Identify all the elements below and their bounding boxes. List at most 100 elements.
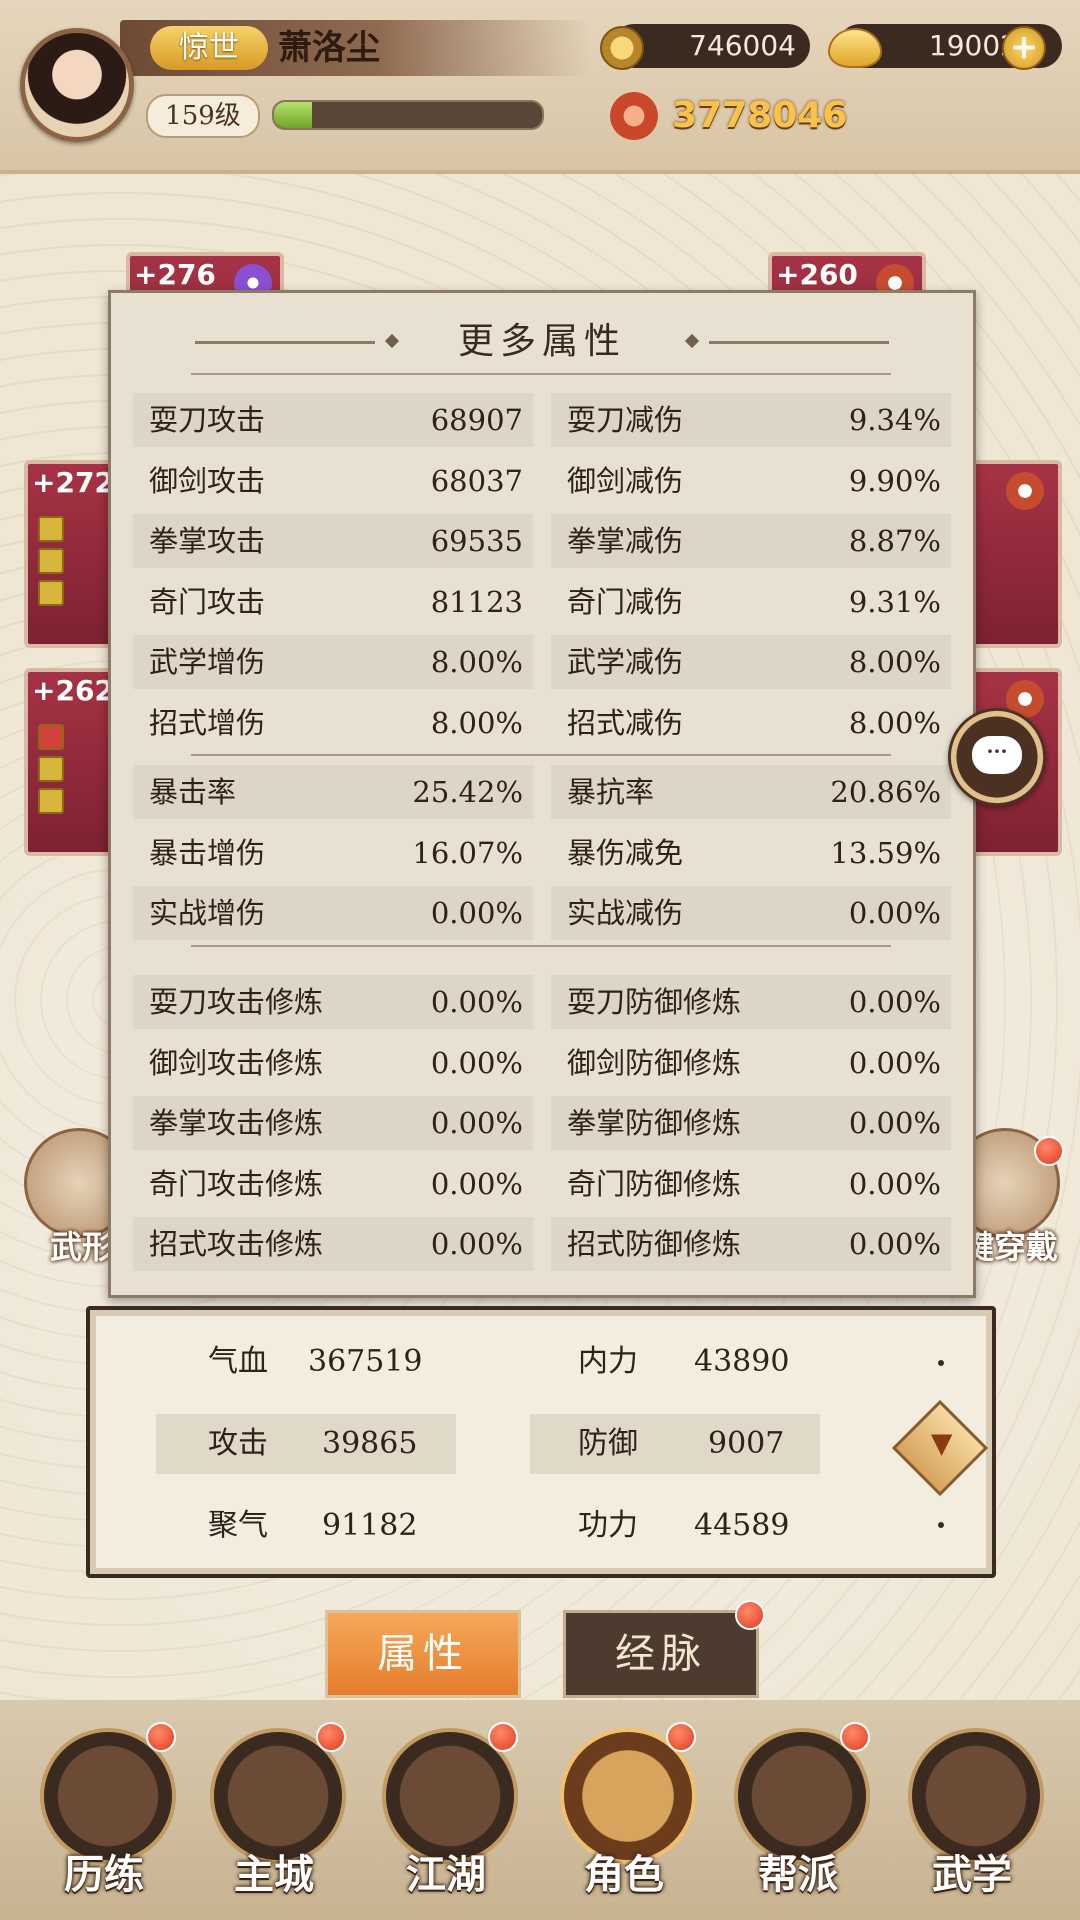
attribute-cell: 武学增伤 8.00% xyxy=(133,635,533,689)
attribute-label: 奇门攻击 xyxy=(149,584,266,619)
notification-dot xyxy=(735,1600,765,1630)
attribute-value: 68037 xyxy=(430,463,523,498)
gem-slot-icon xyxy=(38,516,64,542)
nav-label: 武学 xyxy=(932,1851,1012,1898)
attribute-cell: 耍刀攻击修炼 0.00% xyxy=(133,975,533,1029)
more-attributes-modal[interactable]: 更多属性 耍刀攻击 68907 耍刀减伤 9.34% 御剑攻击 68037 御剑减伤 9.90… xyxy=(108,290,976,1298)
attribute-cell: 招式防御修炼 0.00% xyxy=(551,1217,951,1271)
defense-label: 防御 xyxy=(578,1426,638,1461)
attribute-cell: 耍刀减伤 9.34% xyxy=(551,393,951,447)
attribute-cell: 拳掌攻击 69535 xyxy=(133,514,533,568)
equipment-bonus: +272 xyxy=(32,466,114,499)
attribute-label: 奇门攻击修炼 xyxy=(149,1166,324,1201)
attribute-label: 实战增伤 xyxy=(149,896,266,930)
attribute-cell: 实战减伤 0.00% xyxy=(551,886,951,940)
attribute-value: 68907 xyxy=(430,403,523,437)
combat-power-value: 3778046 xyxy=(672,95,848,136)
qi-value: 91182 xyxy=(322,1508,418,1543)
attribute-cell: 招式增伤 8.00% xyxy=(133,696,533,750)
attribute-label: 奇门减伤 xyxy=(567,584,684,619)
chevron-down-icon: ▼ xyxy=(930,1426,953,1460)
attribute-label: 暴伤减免 xyxy=(567,835,684,870)
attribute-label: 拳掌减伤 xyxy=(567,524,684,558)
attribute-cell: 拳掌攻击修炼 0.00% xyxy=(133,1096,533,1150)
nav-jianghu[interactable]: 江湖 xyxy=(364,1710,524,1910)
nav-label: 主城 xyxy=(234,1851,314,1898)
attribute-label: 暴抗率 xyxy=(567,775,655,809)
attribute-label: 暴击增伤 xyxy=(149,835,266,870)
attribute-cell: 招式攻击修炼 0.00% xyxy=(133,1217,533,1271)
attribute-value: 0.00% xyxy=(848,896,941,930)
chat-button[interactable]: ··· xyxy=(948,708,1046,806)
add-currency-button[interactable]: + xyxy=(1002,26,1046,70)
equipment-bonus: +260 xyxy=(776,258,858,291)
title-underline xyxy=(191,373,891,375)
attribute-cell: 拳掌防御修炼 0.00% xyxy=(551,1096,951,1150)
title-badge: 惊世 xyxy=(150,26,268,70)
attribute-cell: 武学减伤 8.00% xyxy=(551,635,951,689)
attribute-cell: 奇门减伤 9.31% xyxy=(551,575,951,629)
attribute-label: 御剑减伤 xyxy=(567,463,684,498)
attribute-value: 0.00% xyxy=(430,1045,523,1080)
attribute-label: 奇门防御修炼 xyxy=(567,1166,742,1201)
attack-value: 39865 xyxy=(322,1426,418,1461)
attribute-value: 0.00% xyxy=(430,1227,523,1261)
chat-icon: ··· xyxy=(972,736,1022,774)
nav-city[interactable]: 主城 xyxy=(192,1710,352,1910)
attribute-cell: 暴击增伤 16.07% xyxy=(133,826,533,880)
nav-training[interactable]: 历练 xyxy=(22,1710,182,1910)
attribute-label: 耍刀减伤 xyxy=(567,403,684,437)
attribute-cell: 御剑攻击 68037 xyxy=(133,454,533,508)
nav-martial-arts[interactable]: 武学 xyxy=(890,1710,1050,1910)
defense-value: 9007 xyxy=(708,1426,785,1461)
gem-slot-icon xyxy=(38,788,64,814)
attribute-label: 御剑防御修炼 xyxy=(567,1045,742,1080)
attribute-value: 81123 xyxy=(430,584,523,619)
power-value: 44589 xyxy=(694,1508,790,1543)
top-bar: 惊世 萧洛尘 159级 746004 19002 + 3778046 xyxy=(0,0,1080,174)
exp-bar-fill xyxy=(274,102,312,128)
notification-dot xyxy=(316,1722,346,1752)
notification-dot xyxy=(840,1722,870,1752)
attribute-label: 招式防御修炼 xyxy=(567,1227,742,1261)
tab-attributes[interactable]: 属性 xyxy=(325,1610,521,1698)
attribute-value: 69535 xyxy=(430,524,523,558)
attribute-value: 8.00% xyxy=(848,645,941,679)
attribute-value: 0.00% xyxy=(848,1227,941,1261)
attribute-label: 武学增伤 xyxy=(149,645,266,679)
gem-slot-icon xyxy=(38,756,64,782)
player-name: 萧洛尘 xyxy=(278,28,380,68)
nav-guild[interactable]: 帮派 xyxy=(716,1710,876,1910)
attribute-label: 武学减伤 xyxy=(567,645,684,679)
mp-value: 43890 xyxy=(694,1344,790,1379)
gem-slot-icon xyxy=(38,724,64,750)
attribute-value: 0.00% xyxy=(848,1106,941,1140)
nav-label: 江湖 xyxy=(406,1851,486,1898)
hp-value: 367519 xyxy=(308,1344,423,1379)
attribute-value: 0.00% xyxy=(848,1166,941,1201)
gold-ingot-icon xyxy=(828,28,882,68)
tab-meridians[interactable]: 经脉 xyxy=(563,1610,759,1698)
attack-label: 攻击 xyxy=(208,1426,268,1461)
attribute-value: 8.00% xyxy=(430,705,523,740)
attribute-cell: 实战增伤 0.00% xyxy=(133,886,533,940)
attribute-label: 招式减伤 xyxy=(567,705,684,740)
attribute-label: 实战减伤 xyxy=(567,896,684,930)
rank-emblem-icon xyxy=(1006,472,1044,510)
attribute-label: 御剑攻击 xyxy=(149,463,266,498)
exp-bar xyxy=(272,100,544,130)
attribute-value: 25.42% xyxy=(412,775,523,809)
power-label: 功力 xyxy=(578,1508,638,1543)
attribute-cell: 奇门防御修炼 0.00% xyxy=(551,1157,951,1211)
attribute-cell: 暴伤减免 13.59% xyxy=(551,826,951,880)
martial-form-label: 武形 xyxy=(50,1228,115,1266)
player-avatar[interactable] xyxy=(20,28,134,142)
attribute-cell: 耍刀攻击 68907 xyxy=(133,393,533,447)
attribute-cell: 暴击率 25.42% xyxy=(133,765,533,819)
attribute-label: 招式攻击修炼 xyxy=(149,1227,324,1261)
attribute-cell: 暴抗率 20.86% xyxy=(551,765,951,819)
nav-character[interactable]: 角色 xyxy=(542,1710,702,1910)
equipment-bonus: +276 xyxy=(134,258,216,291)
attribute-value: 16.07% xyxy=(412,835,523,870)
qi-label: 聚气 xyxy=(208,1508,268,1543)
